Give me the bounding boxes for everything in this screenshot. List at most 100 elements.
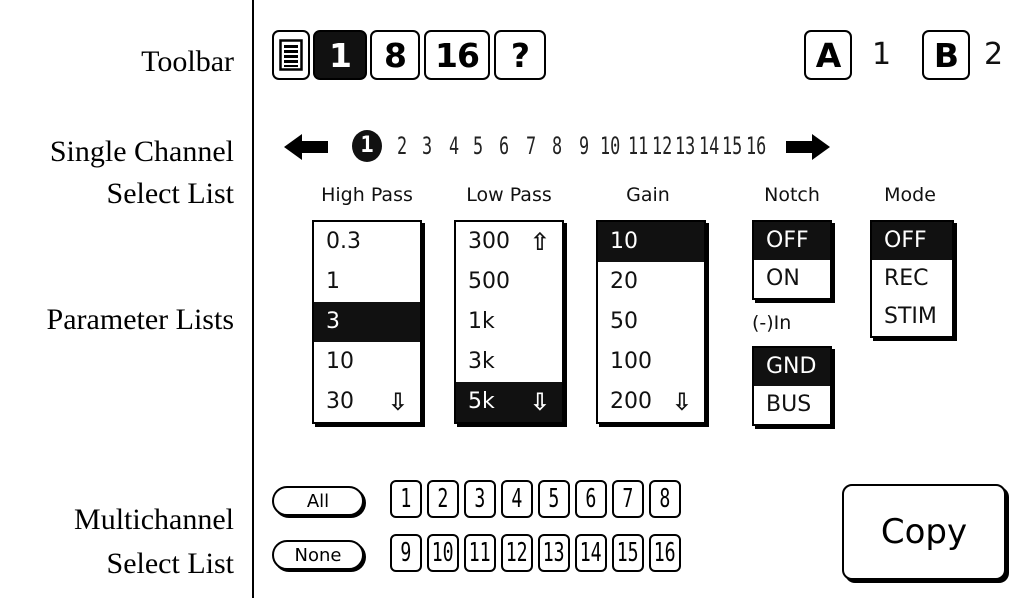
channel-item-10[interactable]: 10	[600, 126, 620, 166]
multichannel-toggle-7[interactable]: 7	[612, 480, 644, 518]
channel-number: 11	[469, 538, 491, 568]
item-label: 3	[326, 309, 340, 334]
channel-item-16[interactable]: 16	[746, 126, 766, 166]
multichannel-toggle-12[interactable]: 12	[501, 534, 533, 572]
channel-number: 15	[617, 538, 639, 568]
gain-item[interactable]: 20	[598, 262, 704, 302]
high-pass-label: High Pass	[321, 184, 413, 206]
mode-item[interactable]: STIM	[872, 298, 952, 336]
scroll-down-arrow-icon[interactable]: ⇩	[530, 382, 550, 422]
channel-item-2[interactable]: 2	[397, 126, 407, 166]
channel-item-13[interactable]: 13	[675, 126, 695, 166]
channel-number: 7	[622, 484, 634, 514]
channel-item-5[interactable]: 5	[473, 126, 483, 166]
channel-item-3[interactable]: 3	[422, 126, 432, 166]
gain-item[interactable]: 100	[598, 342, 704, 382]
item-label: 10	[610, 229, 638, 254]
channel-item-1[interactable]: 1	[352, 130, 382, 162]
gain-list: 10 20 50 100 200 ⇩	[596, 220, 706, 424]
view-16-channel-button[interactable]: 16	[424, 30, 490, 80]
item-label: 3k	[468, 349, 495, 374]
item-label: 1	[326, 269, 340, 294]
neg-in-item-selected[interactable]: GND	[754, 348, 830, 386]
channel-item-11[interactable]: 11	[628, 126, 648, 166]
channel-item-6[interactable]: 6	[499, 126, 509, 166]
multichannel-toggle-14[interactable]: 14	[575, 534, 607, 572]
low-pass-item[interactable]: 3k	[456, 342, 562, 382]
multichannel-toggle-3[interactable]: 3	[464, 480, 496, 518]
channel-number: 10	[432, 538, 454, 568]
notch-item[interactable]: ON	[754, 260, 830, 298]
multichannel-toggle-1[interactable]: 1	[390, 480, 422, 518]
gain-item-selected[interactable]: 10	[598, 222, 704, 262]
channel-number: 9	[400, 538, 412, 568]
multichannel-toggle-9[interactable]: 9	[390, 534, 422, 572]
low-pass-item[interactable]: 500	[456, 262, 562, 302]
scroll-down-arrow-icon[interactable]: ⇩	[672, 382, 692, 422]
multichannel-toggle-15[interactable]: 15	[612, 534, 644, 572]
channel-item-12[interactable]: 12	[652, 126, 672, 166]
item-label: OFF	[884, 228, 927, 253]
select-all-button[interactable]: All	[272, 486, 364, 516]
notch-item-selected[interactable]: OFF	[754, 222, 830, 260]
channel-item-9[interactable]: 9	[579, 126, 589, 166]
low-pass-label: Low Pass	[466, 184, 552, 206]
channel-number: 4	[511, 484, 523, 514]
view-1-channel-button[interactable]: 1	[313, 30, 367, 80]
b-button[interactable]: B	[922, 30, 970, 80]
item-label: OFF	[766, 228, 809, 253]
b-value: 2	[984, 37, 1004, 72]
multichannel-toggle-5[interactable]: 5	[538, 480, 570, 518]
low-pass-item-selected[interactable]: 5k ⇩	[456, 382, 562, 422]
channel-item-15[interactable]: 15	[722, 126, 742, 166]
channel-number: 8	[659, 484, 671, 514]
annotation-parameter-lists: Parameter Lists	[46, 303, 234, 336]
help-button[interactable]: ?	[494, 30, 546, 80]
item-label: ON	[766, 266, 800, 291]
gain-item[interactable]: 200 ⇩	[598, 382, 704, 422]
high-pass-item[interactable]: 1	[314, 262, 420, 302]
channel-item-4[interactable]: 4	[449, 126, 459, 166]
copy-button[interactable]: Copy	[842, 484, 1006, 580]
item-label: 300	[468, 229, 510, 254]
gain-item[interactable]: 50	[598, 302, 704, 342]
multichannel-toggle-8[interactable]: 8	[649, 480, 681, 518]
multichannel-toggle-4[interactable]: 4	[501, 480, 533, 518]
channel-item-14[interactable]: 14	[699, 126, 719, 166]
multichannel-toggle-10[interactable]: 10	[427, 534, 459, 572]
mode-item-selected[interactable]: OFF	[872, 222, 952, 260]
select-none-button[interactable]: None	[272, 540, 364, 570]
neg-in-item[interactable]: BUS	[754, 386, 830, 424]
page-button[interactable]	[272, 30, 310, 80]
a-button[interactable]: A	[804, 30, 852, 80]
multichannel-toggle-2[interactable]: 2	[427, 480, 459, 518]
high-pass-item[interactable]: 0.3	[314, 222, 420, 262]
view-8-channel-button[interactable]: 8	[370, 30, 420, 80]
channel-select-list: 1 2 3 4 5 6 7 8 9 10 11 12 13 14 15 16	[0, 126, 1024, 166]
channel-number: 2	[437, 484, 449, 514]
channel-number: 14	[580, 538, 602, 568]
channel-number: 1	[400, 484, 412, 514]
low-pass-item[interactable]: 300 ⇧	[456, 222, 562, 262]
multichannel-toggle-11[interactable]: 11	[464, 534, 496, 572]
multichannel-toggle-6[interactable]: 6	[575, 480, 607, 518]
channel-item-7[interactable]: 7	[526, 126, 536, 166]
neg-in-list: GND BUS	[752, 346, 832, 426]
item-label: STIM	[884, 304, 937, 329]
annotation-toolbar: Toolbar	[141, 45, 234, 78]
channel-number: 5	[548, 484, 560, 514]
multichannel-toggle-16[interactable]: 16	[649, 534, 681, 572]
high-pass-item[interactable]: 10	[314, 342, 420, 382]
annotation-multichannel-line1: Multichannel	[74, 503, 234, 536]
right-arrow-icon[interactable]	[786, 134, 830, 160]
high-pass-item-selected[interactable]: 3	[314, 302, 420, 342]
item-label: 0.3	[326, 229, 361, 254]
multichannel-toggle-13[interactable]: 13	[538, 534, 570, 572]
low-pass-item[interactable]: 1k	[456, 302, 562, 342]
mode-item[interactable]: REC	[872, 260, 952, 298]
scroll-up-arrow-icon[interactable]: ⇧	[530, 222, 550, 262]
annotation-single-channel-line2: Select List	[106, 177, 234, 210]
scroll-down-arrow-icon[interactable]: ⇩	[388, 382, 408, 422]
high-pass-item[interactable]: 30 ⇩	[314, 382, 420, 422]
channel-item-8[interactable]: 8	[552, 126, 562, 166]
